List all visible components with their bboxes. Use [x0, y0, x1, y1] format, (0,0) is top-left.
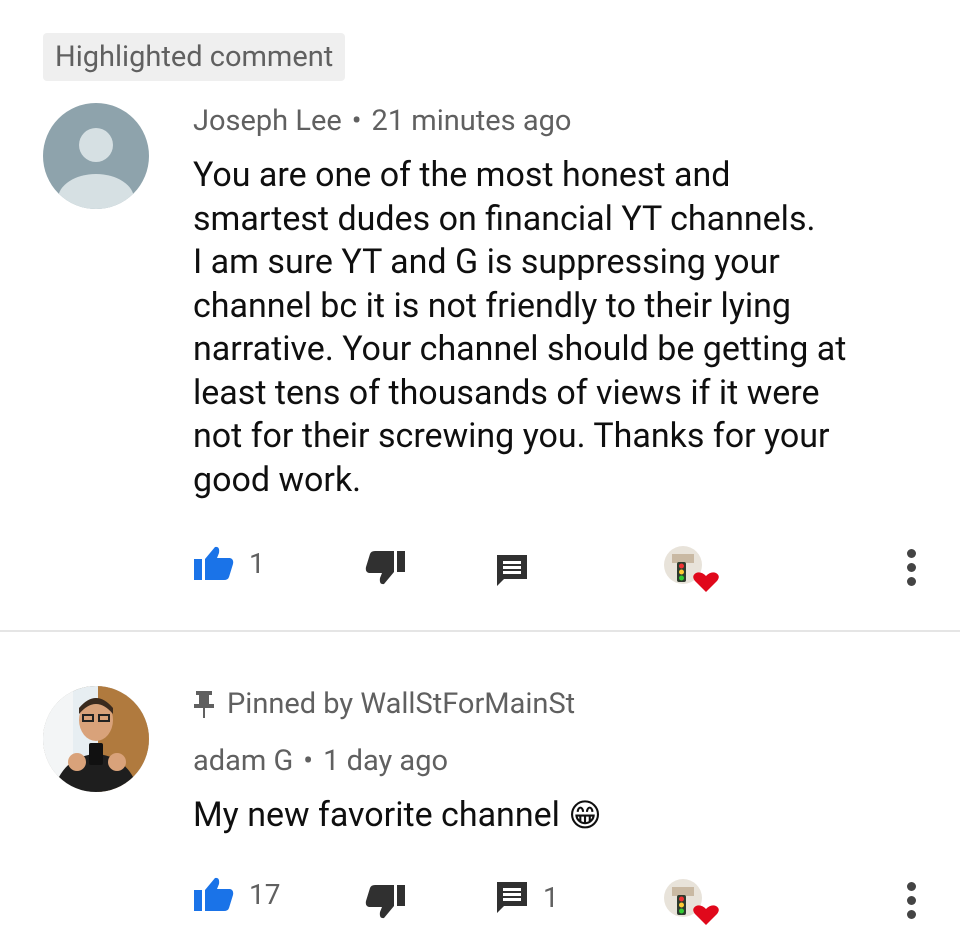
dislike-button[interactable] [364, 550, 406, 586]
like-count: 17 [249, 877, 281, 911]
user-photo-avatar-icon [43, 686, 149, 792]
creator-heart-icon [664, 879, 719, 925]
reply-count: 1 [543, 880, 559, 914]
creator-heart [663, 878, 723, 928]
comment-divider [0, 630, 960, 632]
like-count: 1 [249, 546, 265, 580]
comment-icon [497, 555, 527, 586]
author-avatar[interactable] [43, 103, 149, 209]
pin-icon [194, 691, 214, 718]
comment-text-content: My new favorite channel [193, 795, 560, 835]
thumbs-down-icon [365, 551, 405, 585]
comment-time: 1 day ago [323, 744, 449, 778]
thumbs-down-icon [365, 885, 405, 919]
comment-time: 21 minutes ago [371, 104, 572, 138]
pinned-by-text: Pinned by WallStForMainSt [227, 687, 576, 721]
comment-icon [497, 882, 527, 913]
more-vert-icon [904, 882, 918, 919]
more-vert-icon [904, 549, 918, 586]
comment-meta: adam G • 1 day ago [193, 744, 448, 778]
meta-separator: • [351, 104, 362, 138]
meta-separator: • [303, 744, 314, 778]
reply-button[interactable]: 1 [495, 880, 559, 914]
author-name[interactable]: Joseph Lee [193, 104, 342, 138]
creator-heart [663, 545, 723, 595]
grinning-emoji-icon: 😁 [568, 796, 602, 834]
comment-text: You are one of the most honest and smart… [193, 155, 847, 500]
author-name[interactable]: adam G [193, 744, 293, 778]
more-options-button[interactable] [904, 882, 918, 924]
like-button[interactable]: 17 [193, 876, 280, 912]
like-button[interactable]: 1 [193, 545, 265, 581]
thumbs-up-icon [194, 877, 234, 911]
comment-text: My new favorite channel 😁 [193, 794, 943, 838]
more-options-button[interactable] [904, 549, 918, 591]
default-person-avatar-icon [58, 128, 134, 209]
dislike-button[interactable] [364, 884, 406, 920]
pinned-label: Pinned by WallStForMainSt [193, 687, 575, 721]
author-avatar[interactable] [43, 686, 149, 792]
thumbs-up-icon [194, 546, 234, 580]
creator-heart-icon [664, 546, 719, 592]
reply-button[interactable] [495, 553, 529, 587]
highlighted-comment-badge: Highlighted comment [43, 33, 346, 81]
comment-meta: Joseph Lee • 21 minutes ago [193, 104, 571, 138]
